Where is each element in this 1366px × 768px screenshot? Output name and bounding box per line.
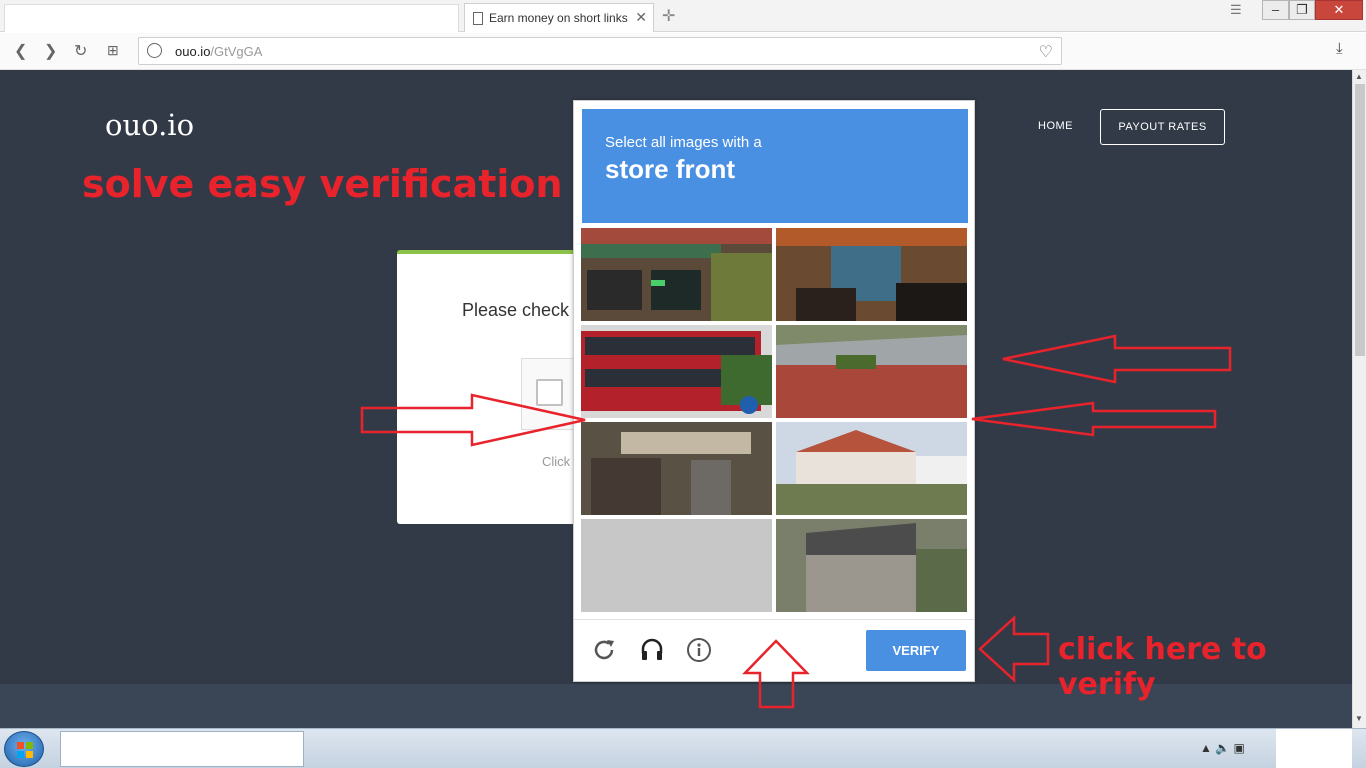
arrow-left-to-tile-4 <box>1002 334 1232 384</box>
arrow-up-to-footer <box>742 639 810 709</box>
taskbar-app-item[interactable] <box>60 731 304 767</box>
volume-icon[interactable]: 🔈 <box>1215 741 1230 755</box>
arrow-right-to-tile-3 <box>360 393 586 447</box>
annotation-verify-hint: click here to verify <box>1058 632 1267 702</box>
windows-logo-icon <box>17 742 33 758</box>
network-icon[interactable]: ▣ <box>1234 741 1245 755</box>
arrow-left-to-verify <box>978 615 1050 683</box>
tray-expand-icon[interactable]: ▲ <box>1200 741 1212 755</box>
arrow-left-to-tile-6 <box>971 401 1217 437</box>
os-taskbar: ▲ 🔈 ▣ <box>0 728 1366 768</box>
start-button[interactable] <box>4 731 44 767</box>
clock-area[interactable] <box>1276 729 1352 768</box>
system-tray: ▲ 🔈 ▣ <box>1200 741 1245 755</box>
